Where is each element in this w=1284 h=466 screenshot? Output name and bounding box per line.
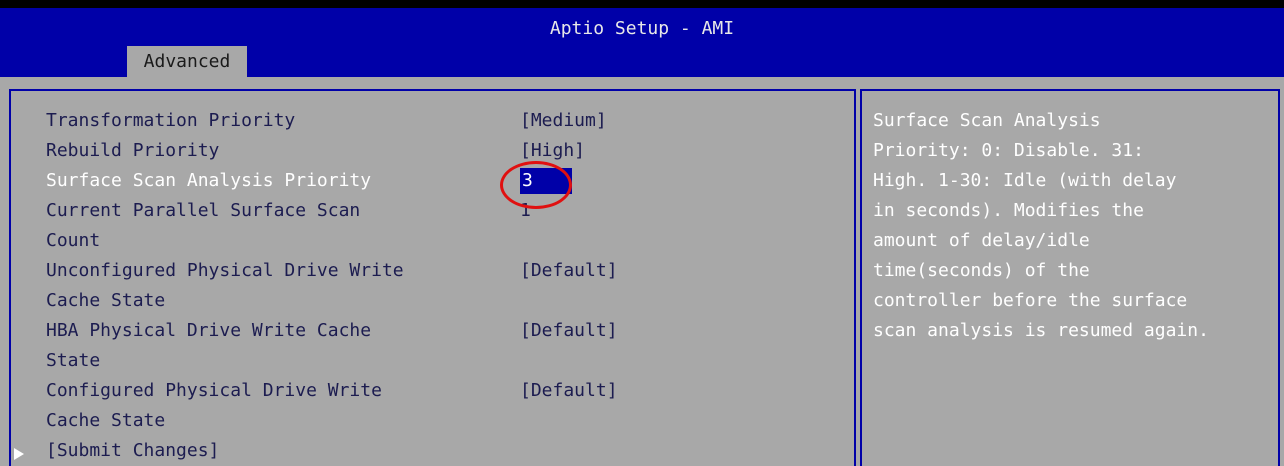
setting-label-configured-write-cache-line2[interactable]: Cache State	[46, 406, 165, 436]
setting-value-hba-write-cache[interactable]: [Default]	[520, 316, 618, 346]
gap-strip	[0, 77, 1284, 89]
help-line: scan analysis is resumed again.	[873, 320, 1209, 341]
setting-label-hba-write-cache-line1[interactable]: HBA Physical Drive Write Cache	[46, 316, 371, 346]
app-title: Aptio Setup - AMI	[549, 18, 735, 39]
submenu-arrow-icon	[14, 448, 24, 460]
help-line: High. 1-30: Idle (with delay	[873, 170, 1177, 191]
help-line: Surface Scan Analysis	[873, 110, 1101, 131]
setting-label-unconfigured-write-cache-line1[interactable]: Unconfigured Physical Drive Write	[46, 256, 404, 286]
setting-label-transformation-priority[interactable]: Transformation Priority	[46, 106, 295, 136]
setting-label-hba-write-cache-line2[interactable]: State	[46, 346, 100, 376]
setting-value-transformation-priority[interactable]: [Medium]	[520, 106, 607, 136]
setting-label-parallel-scan-count-line2: Count	[46, 230, 101, 251]
help-line: Priority: 0: Disable. 31:	[873, 140, 1144, 161]
setting-value-configured-write-cache[interactable]: [Default]	[520, 376, 618, 406]
setting-label-parallel-scan-count-line1: Current Parallel Surface Scan	[46, 200, 361, 221]
setting-value-unconfigured-write-cache[interactable]: [Default]	[520, 256, 618, 286]
setting-label-unconfigured-write-cache-line2[interactable]: Cache State	[46, 286, 165, 316]
help-line: controller before the surface	[873, 290, 1188, 311]
setting-input-surface-scan-priority[interactable]: 3	[520, 168, 572, 194]
setting-value-rebuild-priority[interactable]: [High]	[520, 136, 585, 166]
tab-advanced[interactable]: Advanced	[127, 46, 247, 77]
help-line: amount of delay/idle	[873, 230, 1090, 251]
submit-changes-item[interactable]: [Submit Changes]	[46, 436, 219, 466]
setting-label-surface-scan-priority[interactable]: Surface Scan Analysis Priority	[46, 166, 371, 196]
setting-label-configured-write-cache-line1[interactable]: Configured Physical Drive Write	[46, 376, 382, 406]
setting-label-rebuild-priority[interactable]: Rebuild Priority	[46, 136, 219, 166]
setting-value-parallel-scan-count: 1	[520, 200, 531, 221]
help-line: in seconds). Modifies the	[873, 200, 1144, 221]
top-strip	[0, 0, 1284, 8]
help-line: time(seconds) of the	[873, 260, 1090, 281]
